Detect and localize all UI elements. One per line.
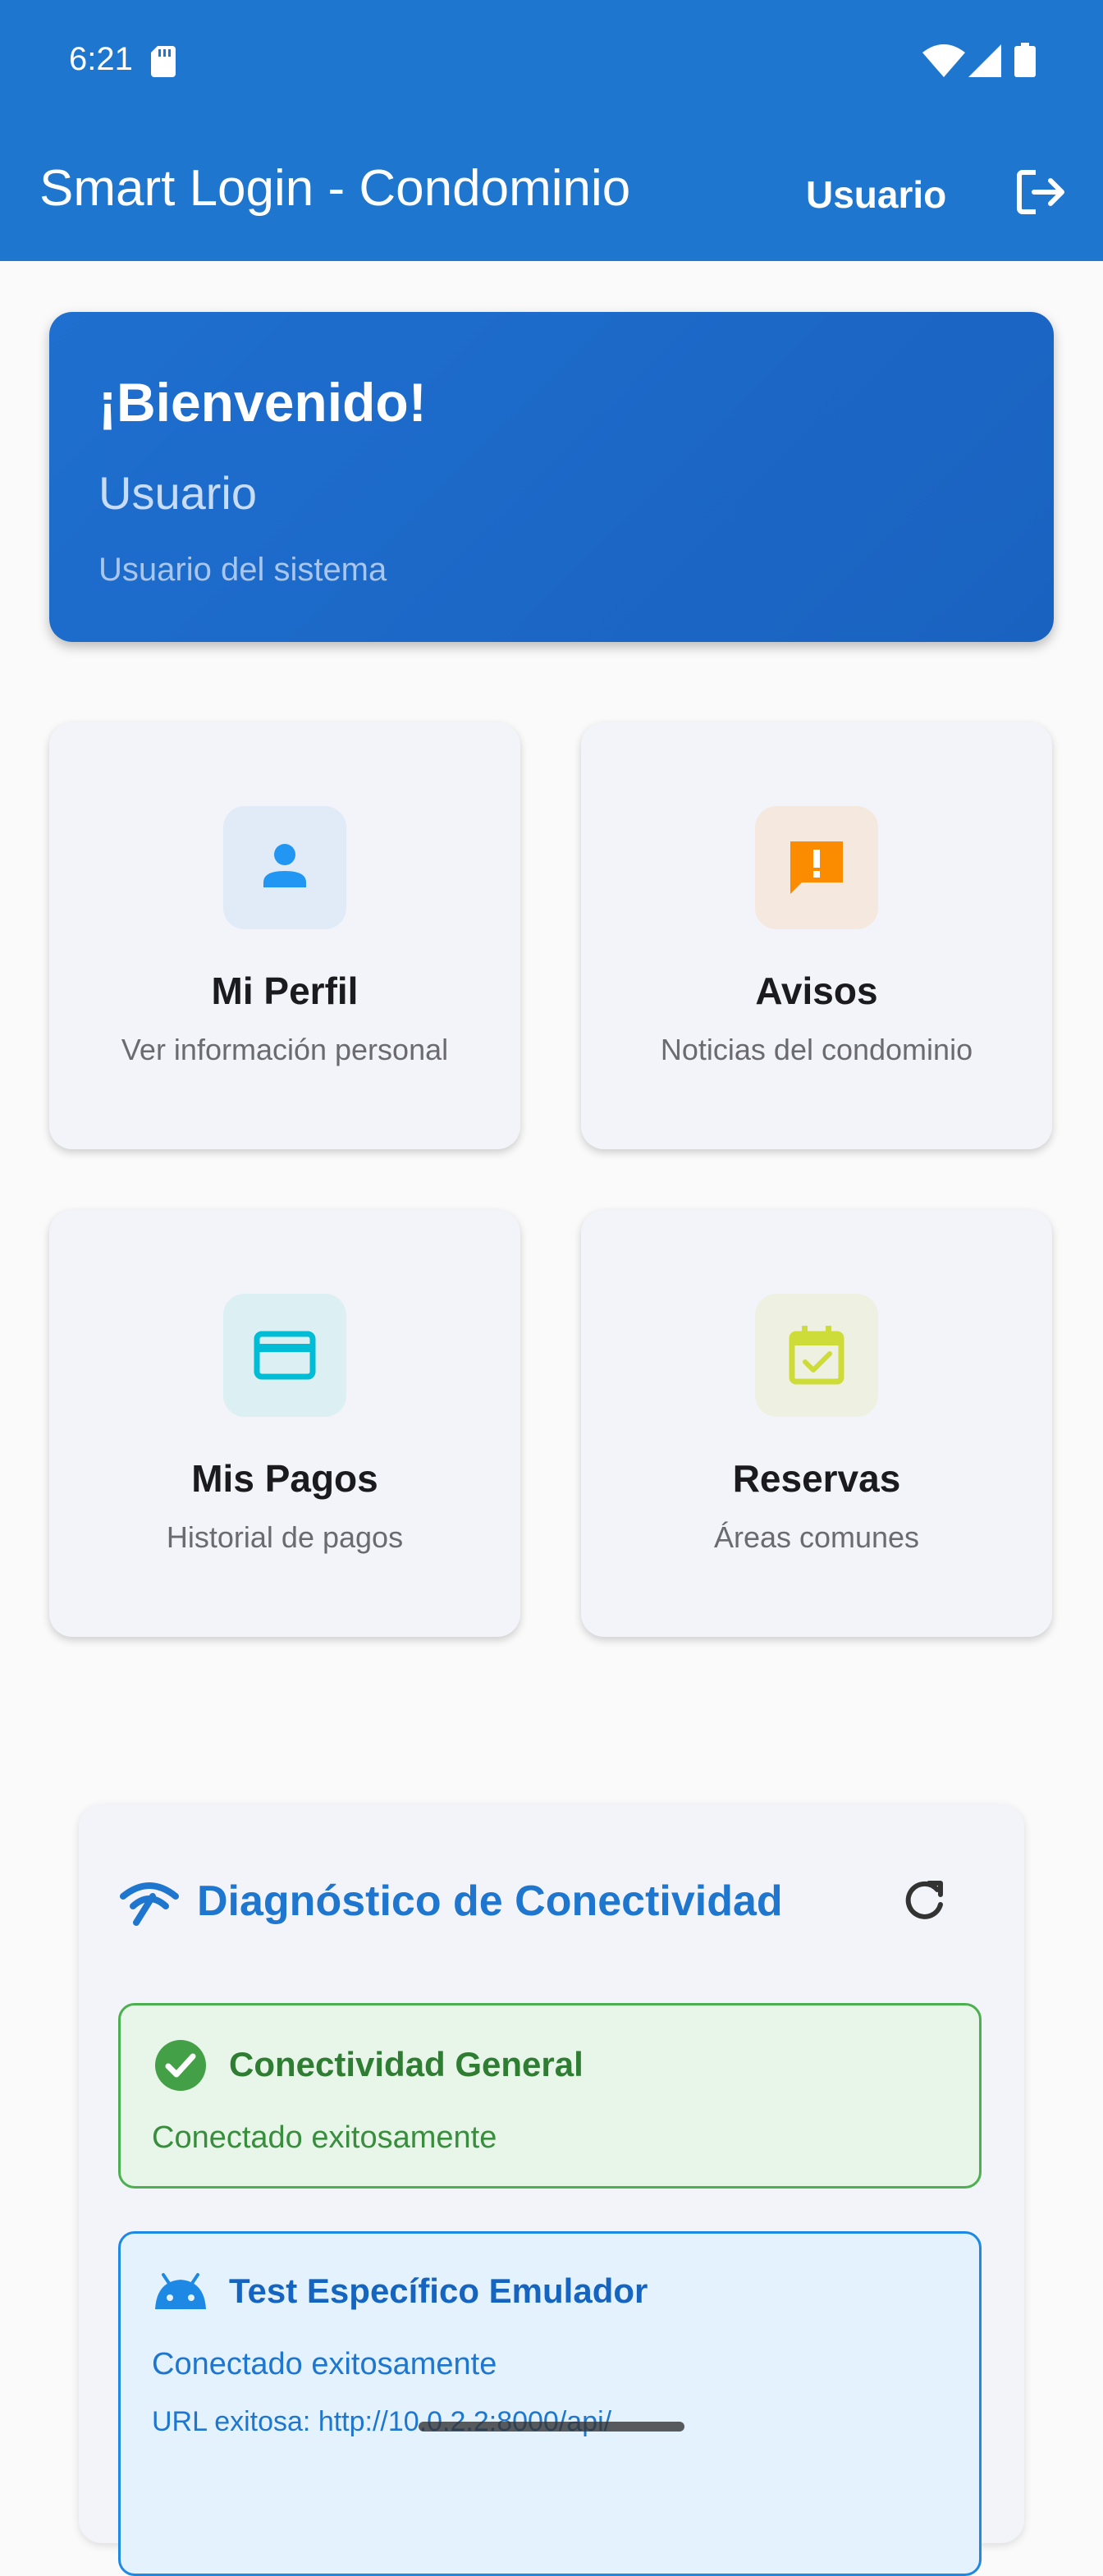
connectivity-diagnostics-panel: Diagnóstico de Conectividad Conectividad…	[79, 1804, 1024, 2576]
notices-card-title: Avisos	[755, 969, 878, 1012]
payments-card-title: Mis Pagos	[191, 1457, 378, 1500]
home-indicator[interactable]	[419, 2422, 684, 2432]
notices-card[interactable]: Avisos Noticias del condominio	[581, 722, 1052, 1149]
notices-icon-box	[755, 806, 878, 929]
app-title: Smart Login - Condominio	[39, 160, 631, 217]
check-circle-icon	[155, 2040, 206, 2091]
notices-card-subtitle: Noticias del condominio	[660, 1033, 973, 1066]
welcome-user-name: Usuario	[98, 467, 257, 519]
app-bar: Smart Login - Condominio Usuario	[0, 125, 1103, 261]
battery-icon	[1014, 43, 1036, 77]
calendar-check-icon	[789, 1326, 844, 1385]
status-bar: 6:21	[0, 0, 1103, 125]
welcome-title: ¡Bienvenido!	[98, 372, 427, 433]
reservations-card-title: Reservas	[732, 1457, 901, 1500]
profile-card-title: Mi Perfil	[211, 969, 359, 1012]
profile-icon-box	[223, 806, 346, 929]
person-icon	[263, 844, 306, 887]
general-connectivity-title: Conectividad General	[229, 2045, 584, 2083]
wifi-find-icon	[120, 1882, 179, 1926]
reservations-card[interactable]: Reservas Áreas comunes	[581, 1210, 1052, 1637]
sd-card-icon	[151, 46, 176, 77]
profile-card-subtitle: Ver información personal	[121, 1033, 449, 1066]
reservations-card-subtitle: Áreas comunes	[713, 1520, 920, 1554]
general-connectivity-result: Conectividad General Conectado exitosame…	[118, 2003, 982, 2189]
payments-card[interactable]: Mis Pagos Historial de pagos	[49, 1210, 520, 1637]
payments-icon-box	[223, 1294, 346, 1417]
emulator-test-result: Test Específico Emulador Conectado exito…	[118, 2231, 982, 2576]
refresh-icon[interactable]	[899, 1877, 949, 1926]
welcome-user-role: Usuario del sistema	[98, 552, 387, 588]
signal-icon	[968, 44, 1001, 77]
emulator-test-status: Conectado exitosamente	[152, 2347, 497, 2381]
android-icon	[155, 2273, 206, 2309]
payments-card-subtitle: Historial de pagos	[166, 1520, 404, 1554]
diagnostics-title: Diagnóstico de Conectividad	[197, 1877, 783, 1925]
user-name-label: Usuario	[806, 173, 947, 216]
logout-icon[interactable]	[1014, 166, 1067, 218]
emulator-test-title: Test Específico Emulador	[229, 2271, 648, 2310]
announcement-icon	[790, 841, 843, 894]
credit-card-icon	[254, 1331, 316, 1380]
welcome-card: ¡Bienvenido! Usuario Usuario del sistema	[49, 312, 1054, 642]
reservations-icon-box	[755, 1294, 878, 1417]
status-time: 6:21	[69, 41, 133, 77]
general-connectivity-status: Conectado exitosamente	[152, 2120, 497, 2155]
wifi-icon	[922, 44, 965, 77]
profile-card[interactable]: Mi Perfil Ver información personal	[49, 722, 520, 1149]
